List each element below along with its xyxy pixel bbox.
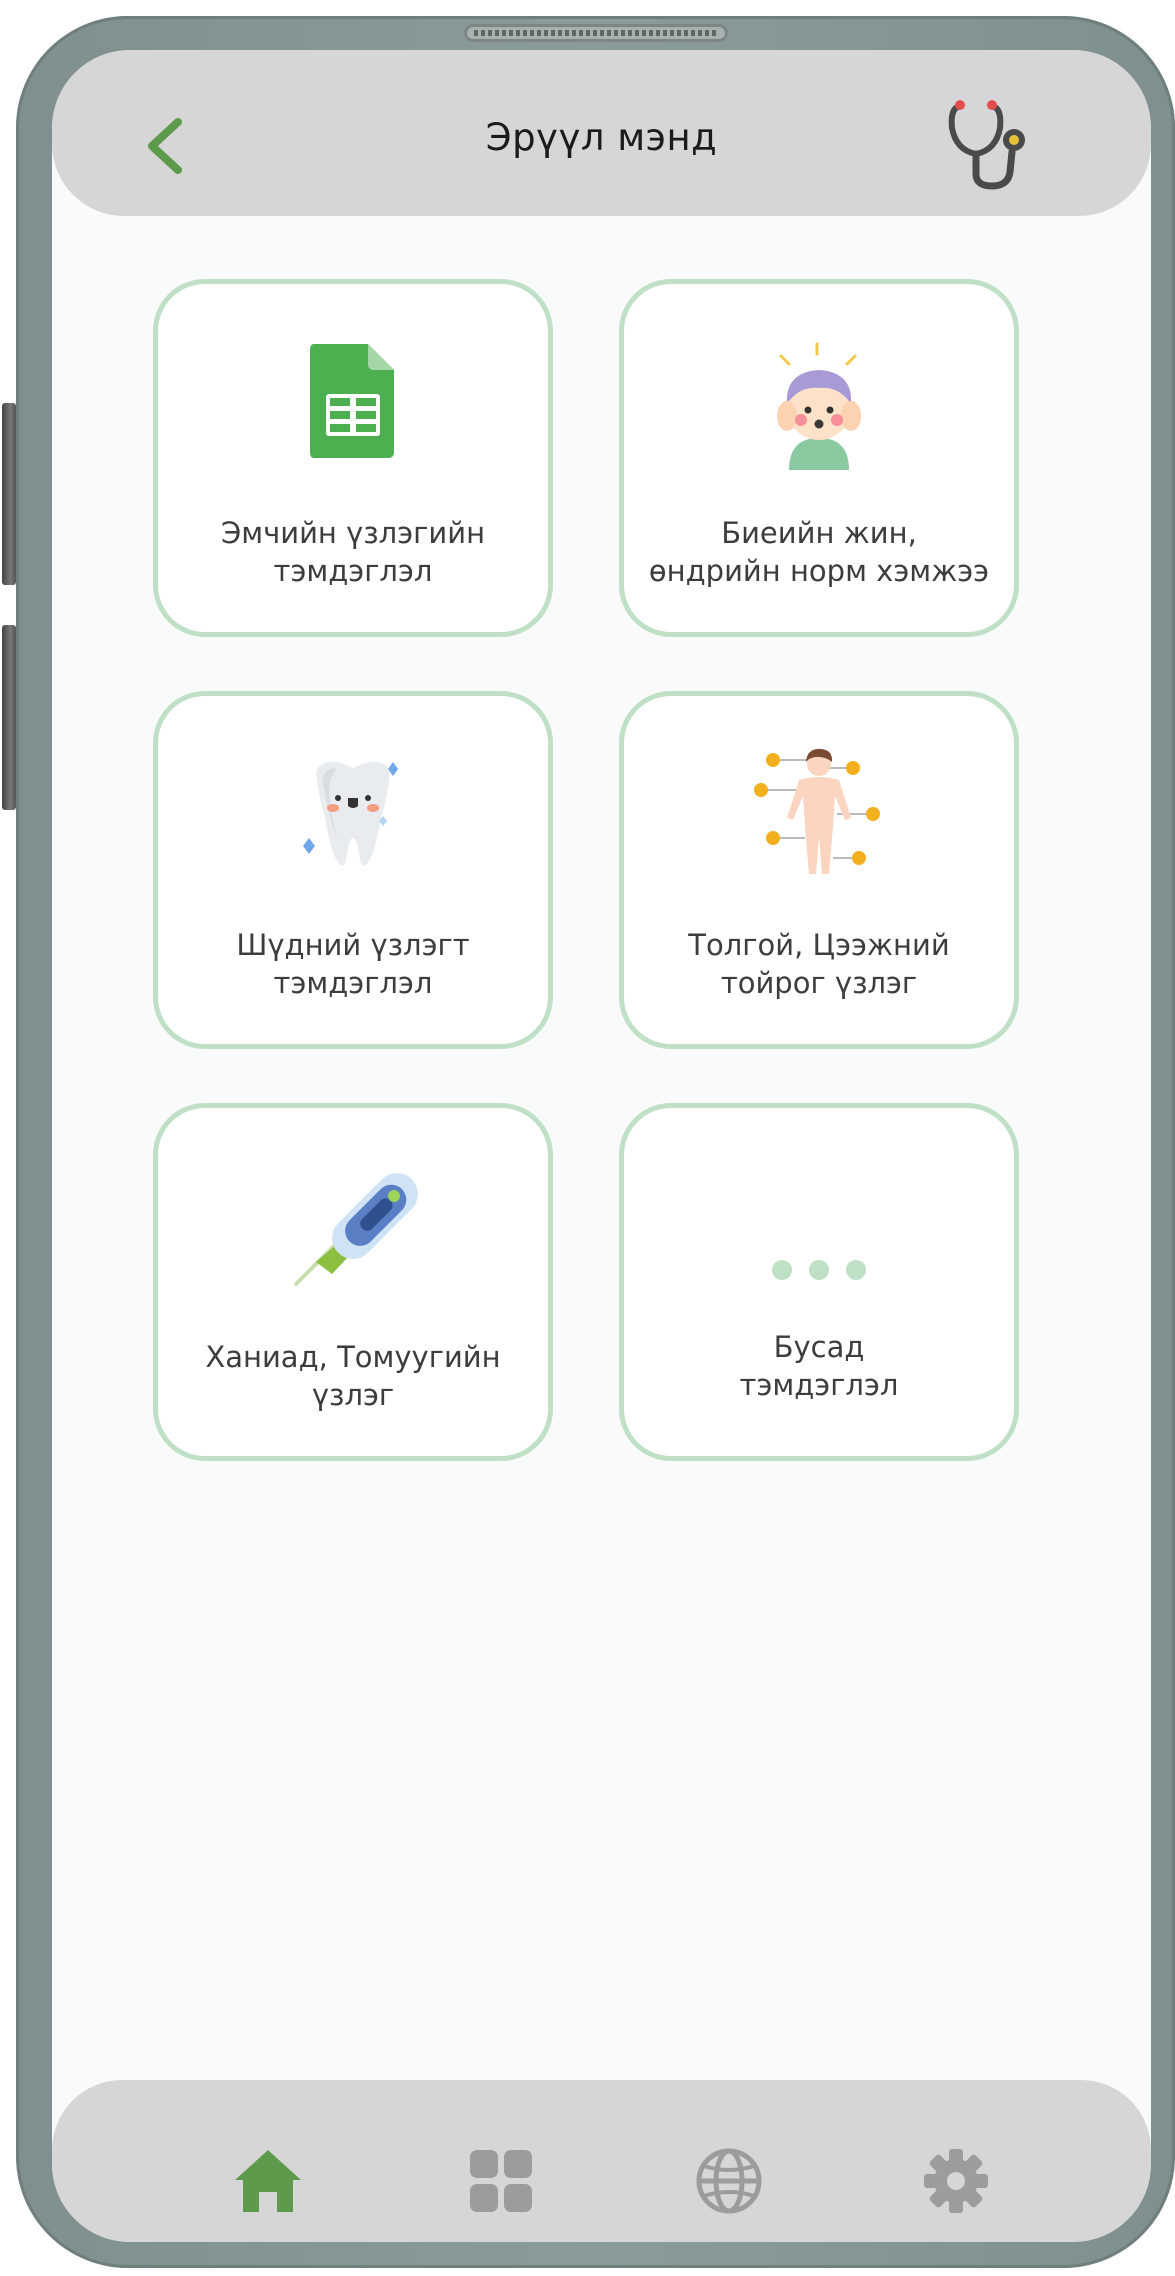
globe-icon xyxy=(696,2148,762,2214)
body-measurement-icon xyxy=(754,748,880,874)
nav-apps[interactable] xyxy=(466,2146,536,2216)
tile-label: Биеийн жин, өндрийн норм хэмжээ xyxy=(648,516,990,588)
tile-label: Бусад тэмдэглэл xyxy=(739,1330,899,1402)
tile-head-chest-circumference[interactable]: Толгой, Цээжний тойрог үзлэг xyxy=(619,691,1019,1049)
thermometer-icon xyxy=(294,1173,418,1286)
app-screen: Эрүүл мэнд Эмчийн үзлэгийн тэмдэглэл Бие… xyxy=(52,50,1151,2242)
nav-explore[interactable] xyxy=(694,2146,764,2216)
tile-cold-flu-checkup[interactable]: Ханиад, Томуугийн үзлэг xyxy=(153,1103,553,1461)
bottom-nav xyxy=(52,2080,1151,2242)
spreadsheet-document-icon xyxy=(310,344,394,458)
tile-label: Ханиад, Томуугийн үзлэг xyxy=(205,1340,501,1412)
tile-label: Шүдний үзлэгт тэмдэглэл xyxy=(236,928,470,1000)
tile-dental-checkup-notes[interactable]: Шүдний үзлэгт тэмдэглэл xyxy=(153,691,553,1049)
speaker-grille xyxy=(464,24,728,42)
grid-icon xyxy=(470,2150,532,2212)
nav-home[interactable] xyxy=(233,2146,303,2216)
chevron-left-icon xyxy=(148,118,182,174)
back-button[interactable] xyxy=(140,114,190,178)
tile-other-notes[interactable]: Бусад тэмдэглэл xyxy=(619,1103,1019,1461)
nav-settings[interactable] xyxy=(921,2146,991,2216)
gear-icon xyxy=(924,2149,988,2213)
tile-weight-height-norm[interactable]: Биеийн жин, өндрийн норм хэмжээ xyxy=(619,279,1019,637)
volume-up-button xyxy=(2,403,16,585)
tile-doctor-checkup-notes[interactable]: Эмчийн үзлэгийн тэмдэглэл xyxy=(153,279,553,637)
stethoscope-icon xyxy=(948,100,1025,190)
volume-down-button xyxy=(2,625,16,810)
tile-label: Толгой, Цээжний тойрог үзлэг xyxy=(688,928,950,1000)
home-icon xyxy=(235,2150,301,2212)
more-dots-icon xyxy=(772,1260,866,1280)
tile-label: Эмчийн үзлэгийн тэмдэглэл xyxy=(220,516,486,588)
header-bar: Эрүүл мэнд xyxy=(52,50,1151,216)
child-avatar-icon xyxy=(777,342,861,470)
page-title: Эрүүл мэнд xyxy=(485,116,718,159)
tooth-icon xyxy=(303,761,398,866)
